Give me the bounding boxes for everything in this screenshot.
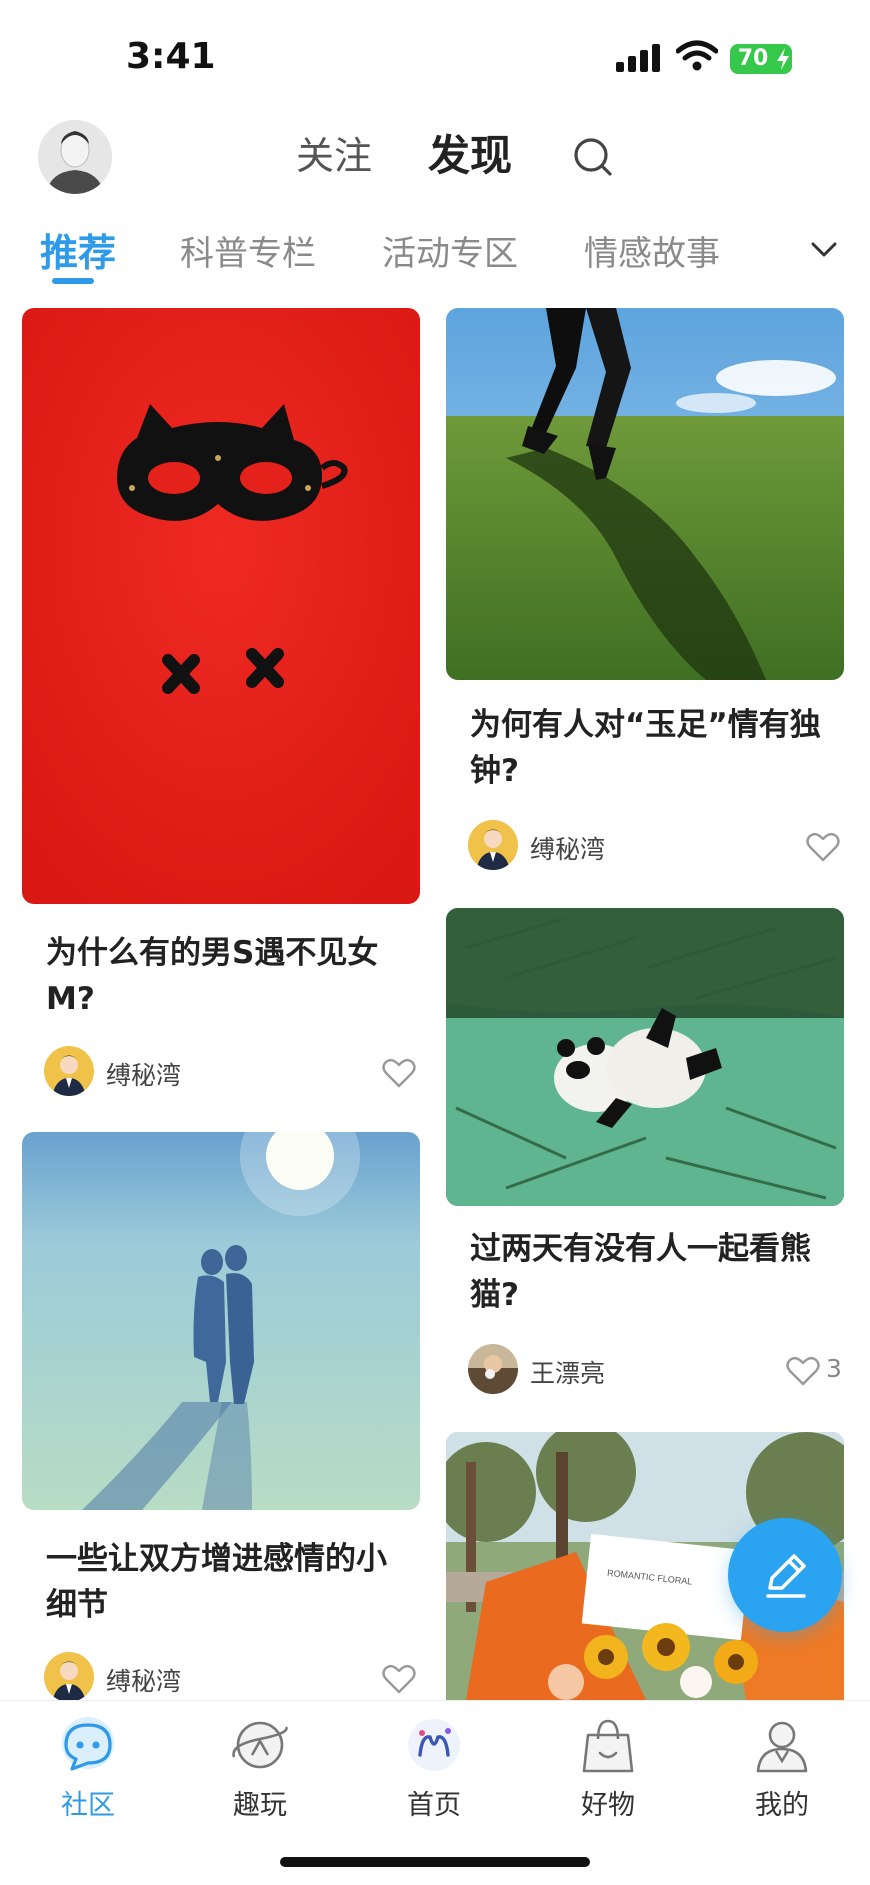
like-count: 3 [826,1354,842,1383]
category-science[interactable]: 科普专栏 [180,226,316,275]
category-recommend[interactable]: 推荐 [40,222,116,277]
card-title: 为何有人对“玉足”情有独钟? [470,707,821,789]
cellular-signal-icon [616,44,662,72]
active-tab-indicator [52,278,94,284]
heart-icon[interactable] [806,832,840,862]
category-stories[interactable]: 情感故事 [584,226,720,275]
feed-card[interactable]: 为何有人对“玉足”情有独钟? 缚秘湾 [446,308,844,898]
card-title: 一些让双方增进感情的小细节 [46,1541,387,1623]
status-bar: 3:41 70 [0,0,870,110]
card-image [446,308,844,680]
author-name: 王漂亮 [530,1359,606,1388]
nav-label: 我的 [755,1790,809,1821]
battery-level: 70 [737,46,769,71]
nav-label: 好物 [581,1790,635,1821]
feed-card[interactable]: 为什么有的男S遇不见女M? 缚秘湾 [22,308,420,1108]
nav-label: 社区 [61,1790,115,1821]
author-name: 缚秘湾 [106,1061,182,1090]
charging-bolt-icon [777,48,789,70]
card-meta: 缚秘湾 [44,1652,424,1706]
search-icon[interactable] [572,136,616,180]
card-image [446,908,844,1206]
nav-goods[interactable]: 好物 [548,1715,668,1825]
wifi-icon [676,40,718,71]
avatar-person-icon [38,120,112,194]
author-name: 缚秘湾 [530,835,606,864]
nav-label: 趣玩 [233,1790,287,1821]
category-tabs: 推荐 科普专栏 活动专区 情感故事 [0,222,870,288]
author-name: 缚秘湾 [106,1667,182,1696]
home-logo-icon [408,1719,460,1771]
compose-post-button[interactable] [728,1518,842,1632]
nav-home[interactable]: 首页 [374,1715,494,1825]
bottom-navigation: 社区 趣玩 首页 好物 我的 [0,1700,870,1885]
card-meta: 缚秘湾 [468,820,848,874]
profile-icon [756,1721,808,1773]
author-avatar[interactable] [468,1344,518,1394]
card-image [22,1132,420,1510]
tab-follow[interactable]: 关注 [296,132,372,180]
author-avatar[interactable] [44,1652,94,1702]
card-title: 过两天有没有人一起看熊猫? [470,1231,811,1313]
heart-icon[interactable] [382,1058,416,1088]
top-header: 关注 发现 [0,110,870,210]
status-time: 3:41 [126,36,216,77]
chevron-down-icon[interactable] [810,240,838,260]
tab-discover[interactable]: 发现 [428,132,512,180]
shopping-bag-icon [582,1719,634,1773]
nav-community[interactable]: 社区 [28,1715,148,1825]
home-indicator[interactable] [280,1857,590,1867]
community-icon [62,1717,114,1771]
author-avatar[interactable] [44,1046,94,1096]
category-events[interactable]: 活动专区 [382,226,518,275]
heart-icon[interactable] [382,1664,416,1694]
card-image [22,308,420,904]
pen-edit-icon [766,1554,806,1598]
battery-indicator: 70 [730,44,792,74]
card-meta: 缚秘湾 [44,1046,424,1100]
heart-icon[interactable] [786,1356,820,1386]
feed-card[interactable]: 一些让双方增进感情的小细节 缚秘湾 [22,1132,420,1702]
nav-profile[interactable]: 我的 [722,1715,842,1825]
card-title: 为什么有的男S遇不见女M? [46,935,379,1017]
author-avatar[interactable] [468,820,518,870]
nav-label: 首页 [407,1790,461,1821]
planet-icon [232,1721,288,1769]
feed-card[interactable]: 过两天有没有人一起看熊猫? 王漂亮 3 [446,908,844,1428]
nav-fun[interactable]: 趣玩 [200,1715,320,1825]
card-meta: 王漂亮 3 [468,1344,848,1398]
user-avatar[interactable] [38,120,112,194]
